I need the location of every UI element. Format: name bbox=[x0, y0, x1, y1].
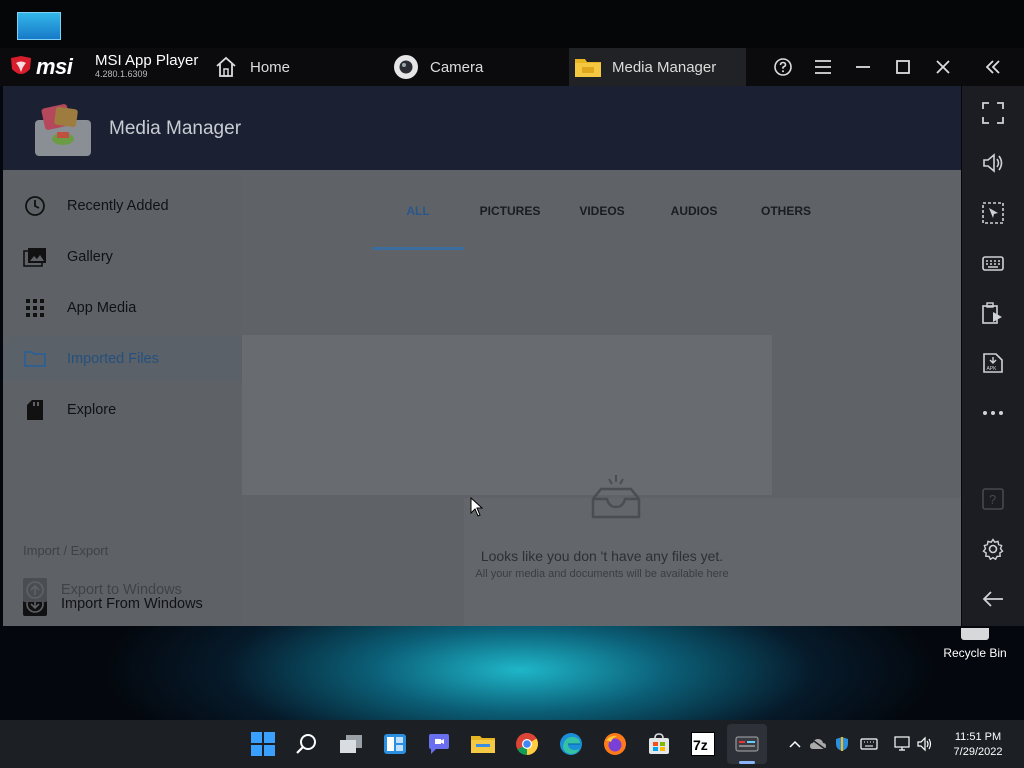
tab-home-label: Home bbox=[250, 58, 291, 76]
edge-icon[interactable] bbox=[557, 730, 585, 758]
firefox-icon[interactable] bbox=[601, 730, 629, 758]
import-export-heading: Import / Export bbox=[23, 543, 109, 558]
windows-start-icon[interactable] bbox=[249, 730, 277, 758]
task-view-icon[interactable] bbox=[337, 730, 365, 758]
tab-camera[interactable]: Camera bbox=[392, 48, 562, 86]
sidebar-item-recently-added[interactable]: Recently Added bbox=[3, 184, 242, 228]
settings-gear-icon[interactable] bbox=[980, 536, 1006, 562]
folder-outline-icon bbox=[23, 347, 47, 371]
sidebar-item-label: App Media bbox=[67, 300, 137, 316]
sidebar-item-label: Explore bbox=[67, 402, 117, 418]
export-to-windows-button[interactable]: Export to Windows bbox=[3, 568, 242, 612]
clock-icon bbox=[23, 194, 47, 218]
recycle-bin-label: Recycle Bin bbox=[943, 646, 1007, 660]
widgets-icon[interactable] bbox=[381, 730, 409, 758]
empty-tray-icon bbox=[591, 475, 641, 519]
minimize-icon[interactable] bbox=[851, 55, 875, 79]
msi-dragon-icon bbox=[11, 56, 31, 74]
sidebar-item-label: Recently Added bbox=[67, 198, 169, 214]
mouse-cursor-icon bbox=[470, 497, 484, 517]
taskbar: 7z 11:51 PM 7/29/2022 bbox=[0, 720, 1024, 768]
install-app-icon[interactable] bbox=[980, 300, 1006, 326]
tab-all[interactable]: ALL bbox=[372, 170, 464, 250]
app-version: 4.280.1.6309 bbox=[95, 69, 148, 79]
onedrive-cloud-icon[interactable] bbox=[809, 736, 827, 752]
collapse-sidebar-icon[interactable] bbox=[981, 55, 1005, 79]
sidebar-item-app-media[interactable]: App Media bbox=[3, 286, 242, 330]
title-bar: msi MSI App Player 4.280.1.6309 Home Cam… bbox=[0, 48, 1024, 86]
menu-icon[interactable] bbox=[811, 55, 835, 79]
tab-audios[interactable]: AUDIOS bbox=[648, 170, 740, 248]
chrome-icon[interactable] bbox=[513, 730, 541, 758]
empty-state-title: Looks like you don 't have any files yet… bbox=[480, 548, 724, 564]
sd-card-icon bbox=[23, 398, 47, 422]
maximize-icon[interactable] bbox=[891, 55, 915, 79]
tray-overflow-chevron-icon[interactable] bbox=[786, 736, 804, 752]
sidebar-item-imported-files[interactable]: Imported Files bbox=[3, 337, 242, 381]
back-arrow-icon[interactable] bbox=[980, 586, 1006, 612]
7zip-icon[interactable]: 7z bbox=[689, 730, 717, 758]
media-manager-logo-icon bbox=[35, 104, 91, 156]
store-icon[interactable] bbox=[645, 730, 673, 758]
teams-chat-icon[interactable] bbox=[425, 730, 453, 758]
volume-icon[interactable] bbox=[980, 150, 1006, 176]
desktop-top bbox=[0, 0, 1024, 48]
desktop-monitor-icon[interactable] bbox=[17, 10, 61, 44]
file-explorer-icon[interactable] bbox=[469, 730, 497, 758]
svg-text:7z: 7z bbox=[693, 737, 708, 753]
search-icon[interactable] bbox=[293, 730, 321, 758]
network-icon[interactable] bbox=[892, 736, 910, 752]
help-icon[interactable] bbox=[771, 55, 795, 79]
app-title: Media Manager bbox=[109, 118, 242, 139]
tab-media-manager[interactable]: Media Manager bbox=[569, 48, 746, 86]
fullscreen-icon[interactable] bbox=[980, 100, 1006, 126]
right-toolbar: APK ? bbox=[962, 86, 1024, 626]
recycle-bin-icon bbox=[961, 628, 989, 640]
sidebar-item-explore[interactable]: Explore bbox=[3, 388, 242, 432]
svg-text:?: ? bbox=[989, 492, 996, 507]
keyboard-icon[interactable] bbox=[980, 250, 1006, 276]
sidebar-item-label: Gallery bbox=[67, 249, 113, 265]
app-name: MSI App Player bbox=[95, 52, 199, 69]
active-app-indicator bbox=[739, 761, 755, 764]
camera-icon bbox=[392, 53, 420, 81]
tab-camera-label: Camera bbox=[430, 58, 484, 76]
msi-app-player-taskbar-icon[interactable] bbox=[733, 730, 761, 758]
tab-home[interactable]: Home bbox=[212, 48, 362, 86]
keyboard-layout-icon[interactable] bbox=[860, 736, 878, 752]
home-icon bbox=[212, 53, 240, 81]
export-icon bbox=[23, 578, 47, 602]
help-square-icon[interactable]: ? bbox=[980, 486, 1006, 512]
app-header: Media Manager bbox=[3, 86, 961, 170]
grid-icon bbox=[23, 296, 47, 320]
clock-date: 7/29/2022 bbox=[953, 746, 1003, 758]
gallery-icon bbox=[23, 245, 47, 269]
sidebar: Recently Added Gallery App Media Importe… bbox=[3, 170, 242, 626]
empty-state-subtitle: All your media and documents will be ava… bbox=[475, 568, 729, 580]
tab-videos[interactable]: VIDEOS bbox=[556, 170, 648, 248]
svg-text:APK: APK bbox=[987, 366, 998, 372]
folder-icon bbox=[574, 53, 602, 81]
apk-icon[interactable]: APK bbox=[980, 350, 1006, 376]
export-label: Export to Windows bbox=[61, 582, 182, 598]
sidebar-item-gallery[interactable]: Gallery bbox=[3, 235, 242, 279]
brand-logo: msi bbox=[36, 54, 73, 79]
more-icon[interactable] bbox=[980, 400, 1006, 426]
tab-pictures[interactable]: PICTURES bbox=[464, 170, 556, 248]
tab-others[interactable]: OTHERS bbox=[740, 170, 832, 248]
media-tabs: ALL PICTURES VIDEOS AUDIOS OTHERS bbox=[372, 170, 832, 250]
clock-time: 11:51 PM bbox=[954, 731, 1002, 743]
tab-media-manager-label: Media Manager bbox=[612, 58, 717, 76]
select-area-icon[interactable] bbox=[980, 200, 1006, 226]
recycle-bin[interactable]: Recycle Bin bbox=[940, 628, 1010, 660]
system-clock[interactable]: 11:51 PM 7/29/2022 bbox=[938, 730, 1018, 760]
security-shield-icon[interactable] bbox=[833, 736, 851, 752]
sidebar-item-label: Imported Files bbox=[67, 351, 159, 367]
close-icon[interactable] bbox=[931, 55, 955, 79]
app-window: Media Manager Recently Added Gallery App… bbox=[3, 86, 961, 626]
speaker-icon[interactable] bbox=[916, 736, 934, 752]
ghost-overlay bbox=[242, 335, 772, 495]
